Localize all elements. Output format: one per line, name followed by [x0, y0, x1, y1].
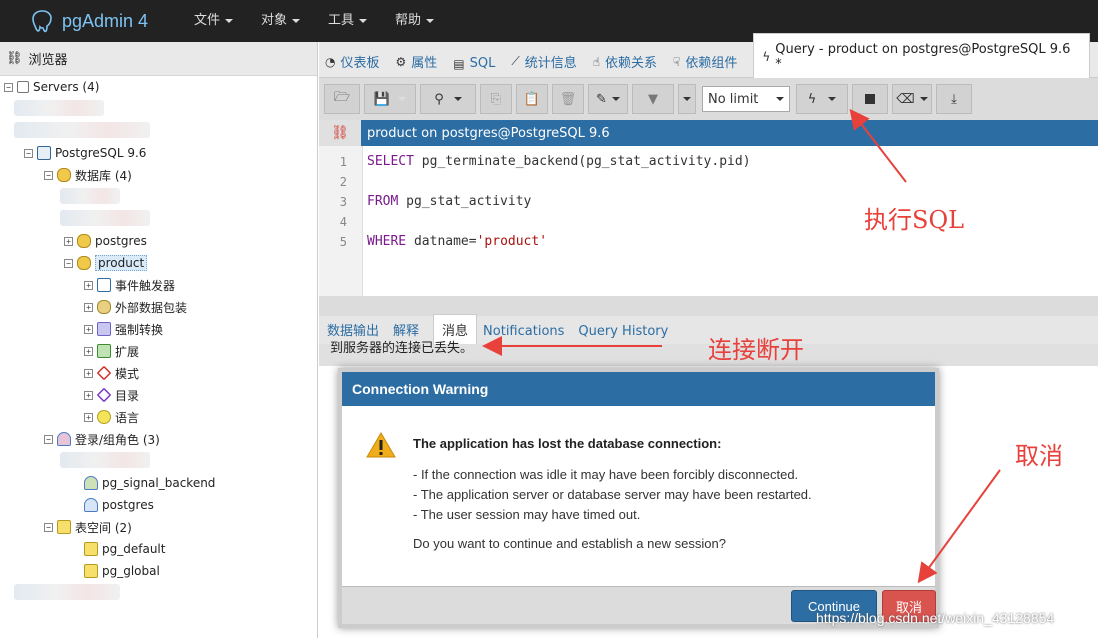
- annotation-arrows: [482, 108, 1001, 584]
- watermark: https://blog.csdn.net/weixin_43128854: [816, 610, 1055, 626]
- arrow-to-execute: [849, 108, 907, 183]
- annotation-disconnect: 连接断开: [708, 336, 804, 364]
- annotation-cancel: 取消: [1015, 442, 1063, 470]
- arrow-to-cancel: [917, 469, 1001, 584]
- annotation-execute: 执行SQL: [864, 206, 965, 234]
